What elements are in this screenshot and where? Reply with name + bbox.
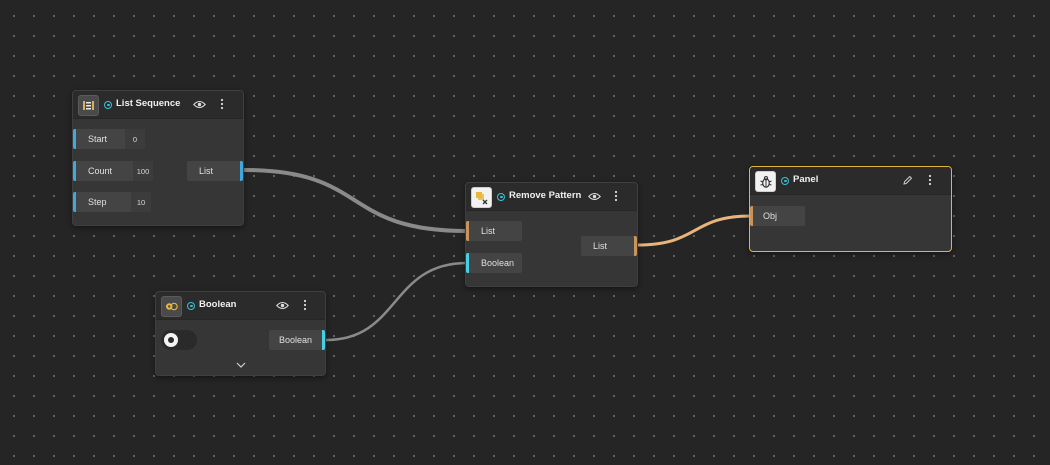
wire-remove-pattern-to-panel[interactable] [635,214,753,247]
port-label: Boolean [279,335,313,345]
input-port-count[interactable]: Count 100 [73,161,153,181]
list-sequence-node[interactable]: List Sequence Start 0 Count 100 Step 10 … [72,90,244,226]
port-label: List [593,241,608,251]
more-vertical-icon[interactable] [609,189,623,203]
node-header[interactable]: List Sequence [73,91,243,119]
output-port-boolean[interactable]: Boolean [269,330,325,350]
state-indicator-icon [781,177,789,185]
port-label: Count [88,166,113,176]
start-value-field[interactable]: 0 [125,129,145,149]
eye-icon[interactable] [275,298,289,312]
state-indicator-icon [104,101,112,109]
pencil-icon[interactable] [900,173,914,187]
port-label: Boolean [481,258,515,268]
list-sequence-icon [78,95,99,116]
port-label: Obj [763,211,778,221]
eye-icon[interactable] [192,97,206,111]
more-vertical-icon[interactable] [215,97,229,111]
port-label: Step [88,197,107,207]
wire-list-sequence-to-remove-pattern[interactable] [242,168,469,233]
input-port-step[interactable]: Step 10 [73,192,151,212]
port-label: List [199,166,214,176]
output-port-list[interactable]: List [187,161,243,181]
wire-boolean-to-remove-pattern[interactable] [324,261,469,342]
boolean-node[interactable]: Boolean Boolean [155,291,326,376]
port-label: List [481,226,496,236]
port-label: Start [88,134,108,144]
remove-pattern-icon [471,187,492,208]
remove-pattern-node[interactable]: Remove Pattern List Boolean List [465,182,638,287]
chevron-down-icon[interactable] [234,358,248,372]
eye-icon[interactable] [587,189,601,203]
input-port-start[interactable]: Start 0 [73,129,145,149]
toggle-knob [164,333,178,347]
node-header[interactable]: Remove Pattern [466,183,637,211]
panel-bug-icon [755,171,776,192]
node-header[interactable]: Panel [750,167,951,195]
node-header[interactable]: Boolean [156,292,325,320]
node-title: Panel [793,174,819,185]
more-vertical-icon[interactable] [298,298,312,312]
boolean-icon [161,296,182,317]
boolean-toggle[interactable] [161,330,197,350]
state-indicator-icon [187,302,195,310]
node-canvas[interactable]: List Sequence Start 0 Count 100 Step 10 … [0,0,1050,465]
output-port-list[interactable]: List [581,236,637,256]
state-indicator-icon [497,193,505,201]
node-title: Remove Pattern [509,190,582,201]
node-title: Boolean [199,299,237,310]
node-title: List Sequence [116,98,181,109]
count-value-field[interactable]: 100 [133,161,153,181]
more-vertical-icon[interactable] [923,173,937,187]
input-port-boolean[interactable]: Boolean [466,253,522,273]
input-port-list[interactable]: List [466,221,522,241]
panel-node[interactable]: Panel Obj [749,166,952,252]
input-port-obj[interactable]: Obj [750,206,805,226]
step-value-field[interactable]: 10 [131,192,151,212]
